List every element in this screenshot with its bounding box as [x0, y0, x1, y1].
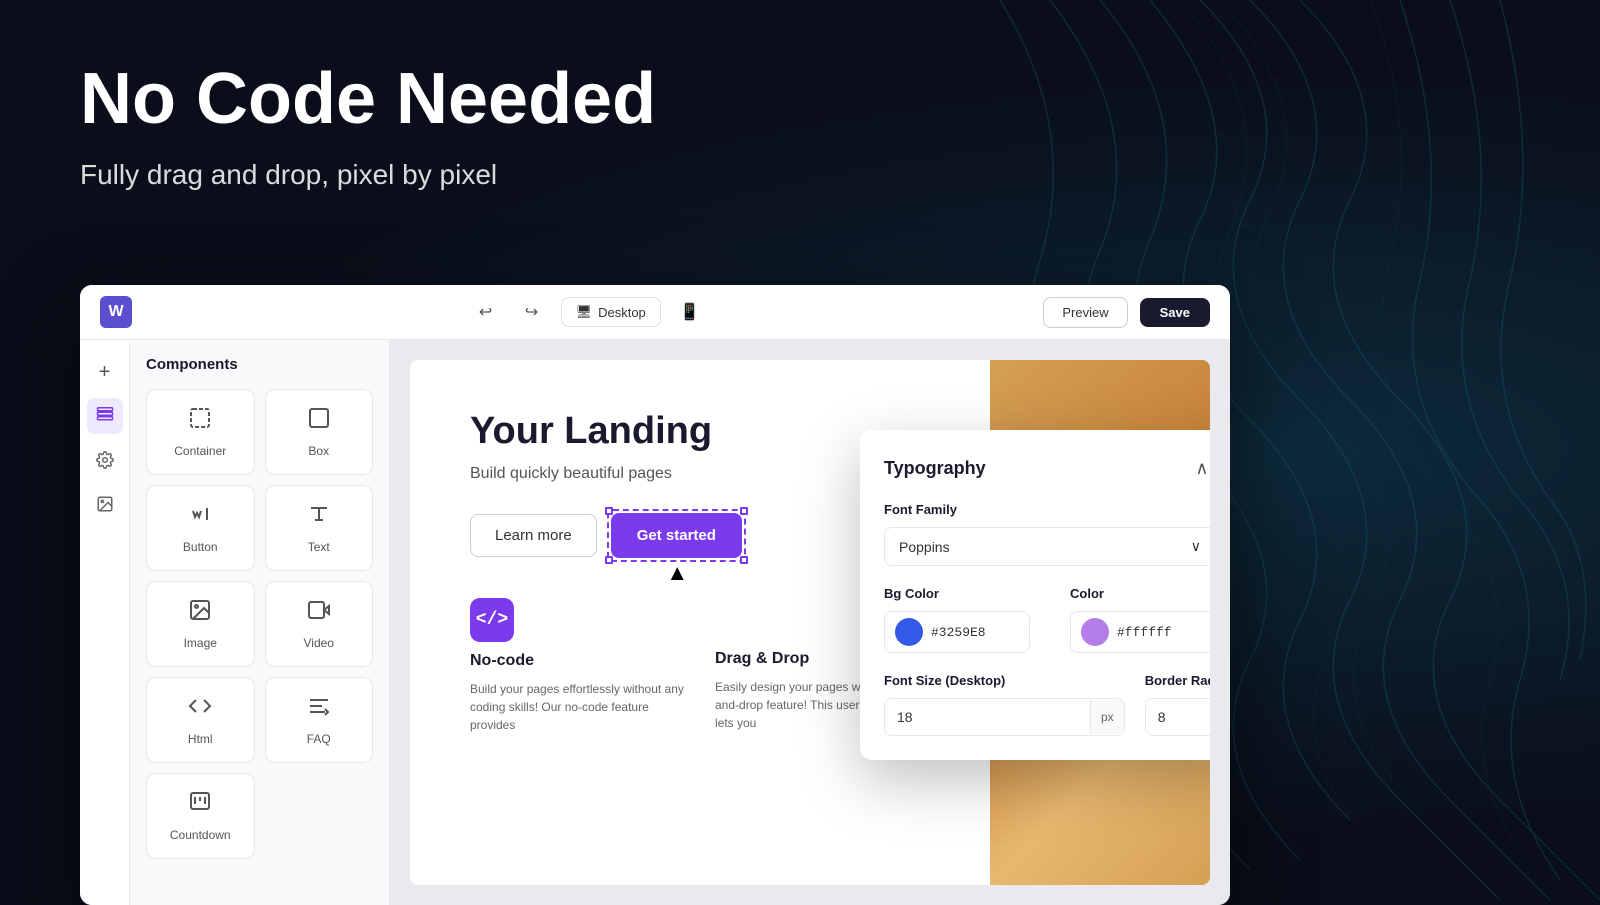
media-button[interactable] — [87, 486, 123, 522]
undo-button[interactable]: ↩ — [469, 295, 503, 329]
learn-more-button[interactable]: Learn more — [470, 514, 597, 557]
logo: W — [100, 296, 132, 328]
font-size-group: Font Size (Desktop) px — [884, 673, 1125, 736]
component-countdown[interactable]: Countdown — [146, 773, 255, 859]
handle-top-right[interactable] — [740, 507, 748, 515]
video-icon — [307, 598, 331, 628]
button-label: Button — [183, 540, 218, 554]
panel-title: Typography — [884, 458, 986, 479]
bg-color-label: Bg Color — [884, 586, 1030, 601]
desktop-device-button[interactable]: 🖥 Desktop — [561, 297, 661, 327]
font-size-unit: px — [1090, 700, 1124, 734]
sidebar-icons: + — [80, 340, 130, 905]
font-family-label: Font Family — [884, 502, 1210, 517]
font-family-select[interactable]: Poppins ∨ — [884, 527, 1210, 566]
bg-color-group: Bg Color #3259E8 — [884, 586, 1030, 653]
bg-color-input[interactable]: #3259E8 — [884, 611, 1030, 653]
component-html[interactable]: Html — [146, 677, 255, 763]
topbar-center: ↩ ↪ 🖥 Desktop 📱 — [469, 295, 707, 329]
faq-label: FAQ — [307, 732, 331, 746]
bg-color-value: #3259E8 — [931, 625, 986, 640]
font-family-value: Poppins — [899, 539, 950, 555]
typography-panel: Typography ∧ Font Family Poppins ∨ Bg Co… — [860, 430, 1210, 760]
topbar-left: W — [100, 296, 132, 328]
canvas-inner: Your Landing Build quickly beautiful pag… — [410, 360, 1210, 885]
text-color-value: #ffffff — [1117, 625, 1172, 640]
layers-button[interactable] — [87, 398, 123, 434]
color-label: Color — [1070, 586, 1210, 601]
handle-top-left[interactable] — [605, 507, 613, 515]
handle-bottom-right[interactable] — [740, 556, 748, 564]
text-icon — [307, 502, 331, 532]
hero-title: No Code Needed — [80, 60, 656, 139]
topbar: W ↩ ↪ 🖥 Desktop 📱 Preview Save — [80, 285, 1230, 340]
hero-section: No Code Needed Fully drag and drop, pixe… — [80, 60, 656, 191]
settings-button[interactable] — [87, 442, 123, 478]
get-started-wrapper: Get started ▲ — [611, 513, 742, 558]
redo-button[interactable]: ↪ — [515, 295, 549, 329]
component-container[interactable]: Container — [146, 389, 255, 475]
component-video[interactable]: Video — [265, 581, 374, 667]
nocode-desc: Build your pages effortlessly without an… — [470, 680, 685, 734]
font-size-input-row: px — [884, 698, 1125, 736]
get-started-button[interactable]: Get started — [611, 513, 742, 558]
border-radius-input-row — [1145, 698, 1210, 736]
dropdown-chevron: ∨ — [1191, 538, 1201, 555]
image-label: Image — [184, 636, 217, 650]
panel-header: Typography ∧ — [884, 454, 1210, 482]
component-box[interactable]: Box — [265, 389, 374, 475]
editor-window: W ↩ ↪ 🖥 Desktop 📱 Preview Save + — [80, 285, 1230, 905]
text-color-swatch — [1081, 618, 1109, 646]
desktop-icon: 🖥 — [576, 304, 593, 320]
border-radius-group: Border Radius — [1145, 673, 1210, 736]
countdown-label: Countdown — [170, 828, 231, 842]
faq-icon — [307, 694, 331, 724]
font-size-input[interactable] — [885, 699, 1090, 735]
nocode-title: No-code — [470, 652, 685, 670]
countdown-icon — [188, 790, 212, 820]
border-radius-label: Border Radius — [1145, 673, 1210, 688]
save-button[interactable]: Save — [1140, 298, 1210, 327]
font-size-label: Font Size (Desktop) — [884, 673, 1125, 688]
text-label: Text — [308, 540, 330, 554]
size-row: Font Size (Desktop) px Border Radius — [884, 673, 1210, 736]
border-radius-input[interactable] — [1146, 699, 1210, 735]
text-color-group: Color #ffffff — [1070, 586, 1210, 653]
hero-subtitle: Fully drag and drop, pixel by pixel — [80, 159, 656, 191]
add-element-button[interactable]: + — [87, 354, 123, 390]
preview-button[interactable]: Preview — [1043, 297, 1127, 328]
component-image[interactable]: Image — [146, 581, 255, 667]
component-button[interactable]: Button — [146, 485, 255, 571]
html-label: Html — [188, 732, 213, 746]
panel-close-button[interactable]: ∧ — [1188, 454, 1210, 482]
button-icon — [188, 502, 212, 532]
desktop-label: Desktop — [598, 305, 646, 320]
component-grid: Container Box Button — [146, 389, 373, 859]
bg-color-swatch — [895, 618, 923, 646]
text-color-input[interactable]: #ffffff — [1070, 611, 1210, 653]
nocode-icon-box: </> — [470, 598, 514, 642]
mobile-device-button[interactable]: 📱 — [673, 295, 707, 329]
video-label: Video — [304, 636, 334, 650]
component-faq[interactable]: FAQ — [265, 677, 374, 763]
container-label: Container — [174, 444, 226, 458]
color-row: Bg Color #3259E8 Color #ffffff — [884, 586, 1210, 653]
image-icon — [188, 598, 212, 628]
components-panel: Components Container Box — [130, 340, 390, 905]
topbar-right: Preview Save — [1043, 297, 1210, 328]
handle-bottom-left[interactable] — [605, 556, 613, 564]
components-title: Components — [146, 356, 373, 373]
box-label: Box — [308, 444, 329, 458]
canvas-area: Your Landing Build quickly beautiful pag… — [390, 340, 1230, 905]
cursor-indicator: ▲ — [666, 560, 688, 586]
html-icon — [188, 694, 212, 724]
component-text[interactable]: Text — [265, 485, 374, 571]
editor-body: + Components Container — [80, 340, 1230, 905]
container-icon — [188, 406, 212, 436]
feature-nocode: </> No-code Build your pages effortlessl… — [470, 598, 685, 734]
box-icon — [307, 406, 331, 436]
